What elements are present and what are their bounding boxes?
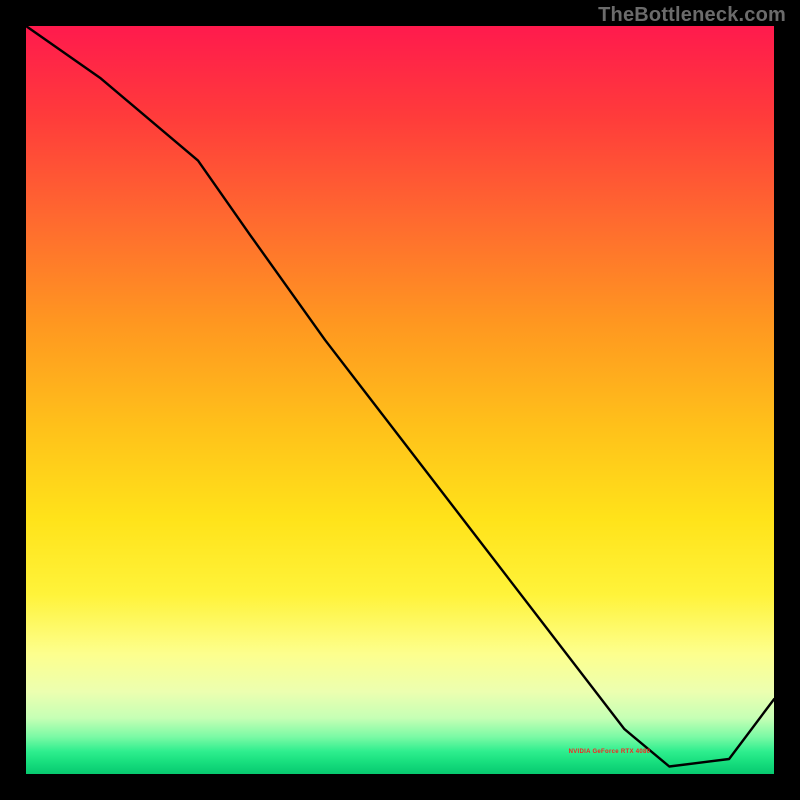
gpu-label: NVIDIA GeForce RTX 4080 — [569, 749, 651, 755]
watermark-label: TheBottleneck.com — [598, 4, 786, 27]
plot-area: NVIDIA GeForce RTX 4080 — [26, 26, 774, 774]
bottleneck-curve — [26, 26, 774, 774]
chart-frame: TheBottleneck.com NVIDIA GeForce RTX 408… — [0, 0, 800, 800]
